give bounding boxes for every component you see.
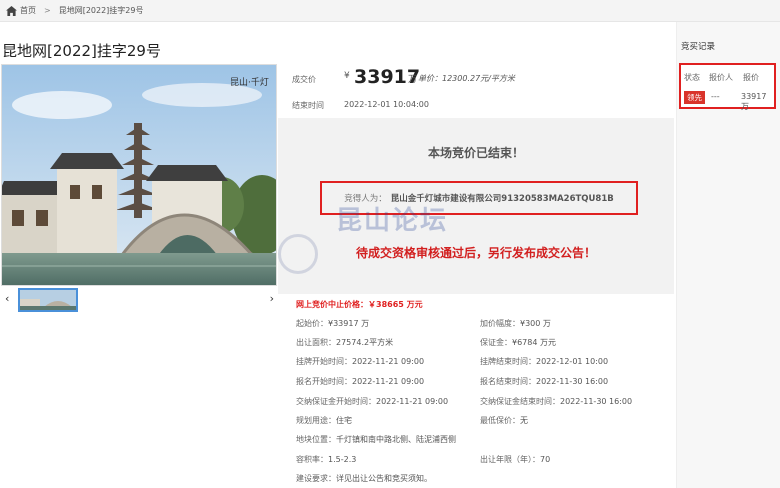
breadcrumb-separator: > <box>44 6 51 15</box>
thumbnail-strip: ‹ › <box>1 288 277 312</box>
river-town-photo: 昆山·千灯 <box>2 65 276 285</box>
col-status: 状态 <box>684 73 700 82</box>
detail-registration-end: 报名结束时间：2022-11-30 16:00 <box>480 377 609 386</box>
deal-info: 成交价 ¥ 33917 万 单价：12300.27元/平方米 结束时间 2022… <box>278 64 674 116</box>
detail-planned-use: 规划用途：住宅 <box>296 416 352 425</box>
watermark: 昆山论坛 <box>336 206 449 236</box>
bid-records-panel: 竞买记录 状态 报价人 报价 领先 --- 33917 万 <box>676 22 780 488</box>
prev-arrow-icon[interactable]: ‹ <box>5 292 9 305</box>
gallery-caption: 昆山·千灯 <box>230 77 269 88</box>
gallery-main-image: 昆山·千灯 <box>1 64 277 286</box>
deal-price-unit: 万 <box>408 75 418 85</box>
detail-area: 出让面积：27574.2平方米 <box>296 338 394 347</box>
detail-location: 地块位置：千灯镇和南中路北侧、陆泥浦西侧 <box>296 435 456 444</box>
online-cap-price: 网上竞价中止价格：￥38665 万元 <box>296 300 423 309</box>
detail-requirements: 建设要求：详见出让公告和竞买须知。 <box>296 474 432 483</box>
status-badge: 领先 <box>684 91 705 104</box>
detail-lowest-price: 最低保价：无 <box>480 416 528 425</box>
auction-ended-message: 本场竞价已结束！ <box>427 146 524 160</box>
detail-years: 出让年限（年）：70 <box>480 455 551 464</box>
bid-records-title: 竞买记录 <box>681 42 716 52</box>
col-price: 报价 <box>743 73 759 82</box>
detail-deposit-end: 交纳保证金结束时间：2022-11-30 16:00 <box>480 397 633 406</box>
col-bidder: 报价人 <box>709 73 733 82</box>
deal-price-label: 成交价 <box>292 75 316 84</box>
end-time: 2022-12-01 10:04:00 <box>344 100 429 109</box>
breadcrumb: 首页 > 昆地网[2022]挂字29号 <box>0 0 780 22</box>
end-time-label: 结束时间 <box>292 101 324 110</box>
bid-records-table: 状态 报价人 报价 领先 --- 33917 万 <box>679 63 776 111</box>
home-icon <box>6 5 17 16</box>
currency-symbol: ¥ <box>344 71 350 81</box>
detail-registration-start: 报名开始时间：2022-11-21 09:00 <box>296 377 425 386</box>
detail-far: 容积率：1.5-2.3 <box>296 455 357 464</box>
detail-increment: 加价幅度：¥300 万 <box>480 319 551 328</box>
auction-result: 本场竞价已结束！ 竞得人为： 昆山金千灯城市建设有限公司91320583MA26… <box>278 118 674 294</box>
detail-deposit: 保证金：¥6784 万元 <box>480 338 556 347</box>
detail-deposit-start: 交纳保证金开始时间：2022-11-21 09:00 <box>296 397 449 406</box>
breadcrumb-current: 昆地网[2022]挂字29号 <box>58 6 144 15</box>
page-title: 昆地网[2022]挂字29号 <box>2 42 161 60</box>
thumbnail-1[interactable] <box>18 288 78 312</box>
detail-start-price: 起始价：¥33917 万 <box>296 319 370 328</box>
price-cell: 33917 万 <box>741 92 767 111</box>
next-arrow-icon[interactable]: › <box>270 292 274 305</box>
detail-listing-end: 挂牌结束时间：2022-12-01 10:00 <box>480 357 609 366</box>
pending-announcement: 待成交资格审核通过后，另行发布成交公告！ <box>355 246 596 260</box>
bidder-cell: --- <box>711 92 720 101</box>
unit-price: 单价：12300.27元/平方米 <box>418 74 515 83</box>
detail-listing-start: 挂牌开始时间：2022-11-21 09:00 <box>296 357 425 366</box>
breadcrumb-home-link[interactable]: 首页 <box>20 5 36 16</box>
